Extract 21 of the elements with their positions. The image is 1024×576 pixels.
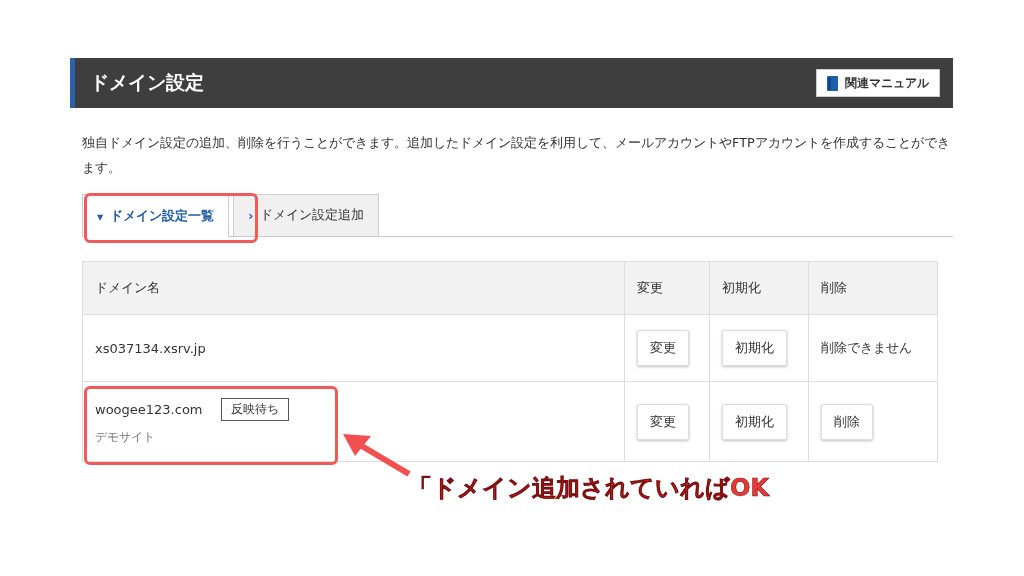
page-title: ドメイン設定: [90, 70, 204, 95]
column-header: 削除: [808, 261, 938, 315]
tab[interactable]: › ドメイン設定追加: [233, 194, 380, 236]
manual-button[interactable]: 関連マニュアル: [816, 69, 940, 97]
change-button[interactable]: 変更: [637, 330, 689, 366]
annotation-caption: 「ドメイン追加されていればOK: [408, 473, 769, 504]
domain-note: デモサイト: [95, 428, 156, 446]
domain-name: xs037134.xsrv.jp: [95, 340, 206, 356]
change-button[interactable]: 変更: [637, 403, 689, 440]
delete-button[interactable]: 削除: [821, 403, 873, 440]
tab[interactable]: ▾ ドメイン設定一覧: [82, 194, 230, 237]
status-badge: 反映待ち: [220, 397, 289, 421]
domain-name: woogee123.com: [95, 401, 203, 417]
delete-unavailable-text: 削除できません: [821, 340, 912, 355]
column-header: 初期化: [709, 261, 809, 315]
description-text: 独自ドメイン設定の追加、削除を行うことができます。追加したドメイン設定を利用して、メールアカウントやFTPアカウントを作成することができます。: [82, 134, 951, 177]
column-header: 変更: [624, 261, 710, 315]
reset-button[interactable]: 初期化: [722, 330, 787, 366]
book-icon: [827, 75, 838, 91]
column-header: ドメイン名: [82, 261, 625, 315]
reset-button[interactable]: 初期化: [722, 403, 787, 440]
